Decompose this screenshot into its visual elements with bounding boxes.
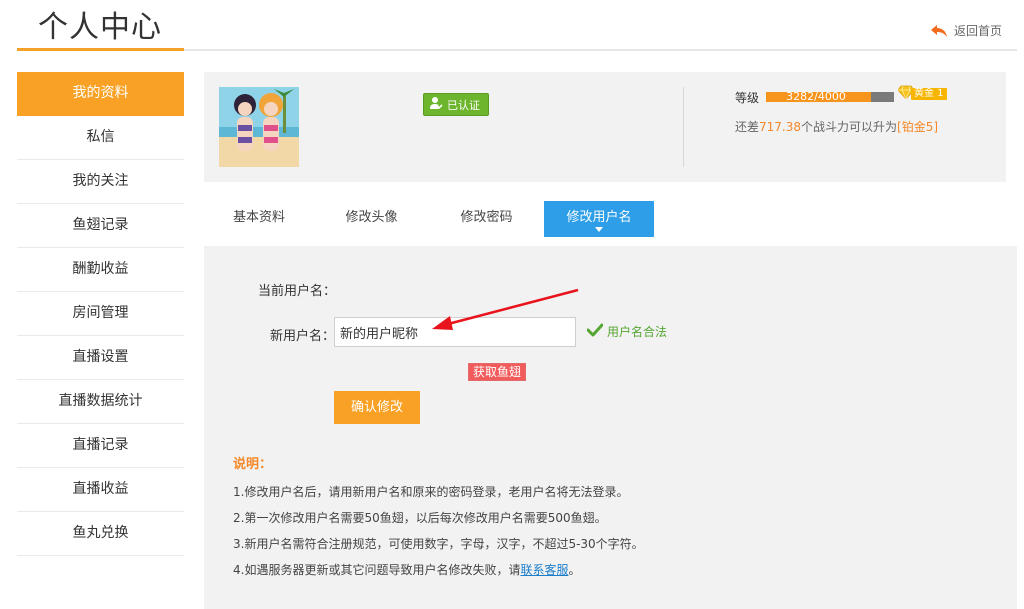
rank-badge-label: 黄金 1 [911,88,947,100]
sidebar-nav: 我的资料 私信 我的关注 鱼翅记录 酬勤收益 房间管理 直播设置 直播数据统计 … [17,72,184,556]
header-divider [184,49,1017,51]
confirm-change-button[interactable]: 确认修改 [334,391,420,424]
tab-basic-info[interactable]: 基本资料 [204,201,314,237]
username-valid-status: 用户名合法 [586,323,668,340]
profile-card: 已认证 等级 3282/4000 黄金 1 还差717.38个战斗力可以升为[铂… [204,72,1006,182]
sidebar-item-room-management[interactable]: 房间管理 [17,292,184,336]
tab-change-password[interactable]: 修改密码 [429,201,544,237]
title-underline [17,48,184,51]
upgrade-target: [铂金5] [897,120,939,134]
sidebar-item-fishball-exchange[interactable]: 鱼丸兑换 [17,512,184,556]
upgrade-prefix: 还差 [735,120,760,134]
sidebar-item-stream-settings[interactable]: 直播设置 [17,336,184,380]
upgrade-hint: 还差717.38个战斗力可以升为[铂金5] [735,118,938,135]
back-arrow-icon [930,24,948,38]
verified-user-icon [429,96,443,113]
level-progress-text: 3282/4000 [786,90,846,103]
back-home-link[interactable]: 返回首页 [930,22,1002,39]
tab-change-username[interactable]: 修改用户名 [544,201,654,237]
get-shark-fin-button[interactable]: 获取鱼翅 [468,363,527,381]
upgrade-middle: 个战斗力可以升为 [801,120,898,134]
note-item: 1.修改用户名后，请用新用户名和原来的密码登录，老用户名将无法登录。 [233,485,629,499]
page-title: 个人中心 [38,10,162,45]
new-username-input[interactable] [334,317,576,347]
new-username-label: 新用户名： [270,329,336,344]
sidebar-item-shark-fin-records[interactable]: 鱼翅记录 [17,204,184,248]
note-item: 4.如遇服务器更新或其它问题导致用户名修改失败，请联系客服。 [233,561,580,578]
sidebar-item-stream-records[interactable]: 直播记录 [17,424,184,468]
rank-badge: 黄金 1 [897,85,947,101]
sidebar-item-following[interactable]: 我的关注 [17,160,184,204]
note-item-4-suffix: 。 [568,563,581,577]
note-item: 2.第一次修改用户名需要50鱼翅，以后每次修改用户名需要500鱼翅。 [233,511,607,525]
profile-tabs: 基本资料 修改头像 修改密码 修改用户名 [204,201,654,237]
note-item: 3.新用户名需符合注册规范，可使用数字，字母，汉字，不超过5-30个字符。 [233,537,644,551]
level-progress-bar: 3282/4000 [766,90,894,103]
contact-support-link[interactable]: 联系客服 [520,563,568,577]
verified-label: 已认证 [447,98,480,112]
sidebar-item-reward-income[interactable]: 酬勤收益 [17,248,184,292]
sidebar-item-stream-income[interactable]: 直播收益 [17,468,184,512]
change-username-form: 当前用户名： 新用户名： 用户名合法 获取鱼翅 确认修改 说明： 1.修改用户名… [204,246,1017,609]
current-username-label: 当前用户名： [258,284,337,299]
note-item-4-text: 4.如遇服务器更新或其它问题导致用户名修改失败，请 [233,563,521,577]
check-icon [586,323,604,340]
sidebar-item-my-profile[interactable]: 我的资料 [17,72,184,116]
sidebar-item-messages[interactable]: 私信 [17,116,184,160]
notes-title: 说明： [233,457,273,472]
level-label: 等级 [735,91,760,105]
sidebar-item-stream-statistics[interactable]: 直播数据统计 [17,380,184,424]
upgrade-amount: 717.38 [759,120,802,134]
back-home-label: 返回首页 [954,24,1003,38]
avatar[interactable] [219,87,299,167]
tab-change-avatar[interactable]: 修改头像 [314,201,429,237]
verified-badge: 已认证 [423,93,489,116]
user-center-page: 个人中心 返回首页 我的资料 私信 我的关注 鱼翅记录 酬勤收益 房间管理 直播… [0,0,1024,609]
profile-divider [683,87,684,167]
username-valid-text: 用户名合法 [607,325,668,339]
